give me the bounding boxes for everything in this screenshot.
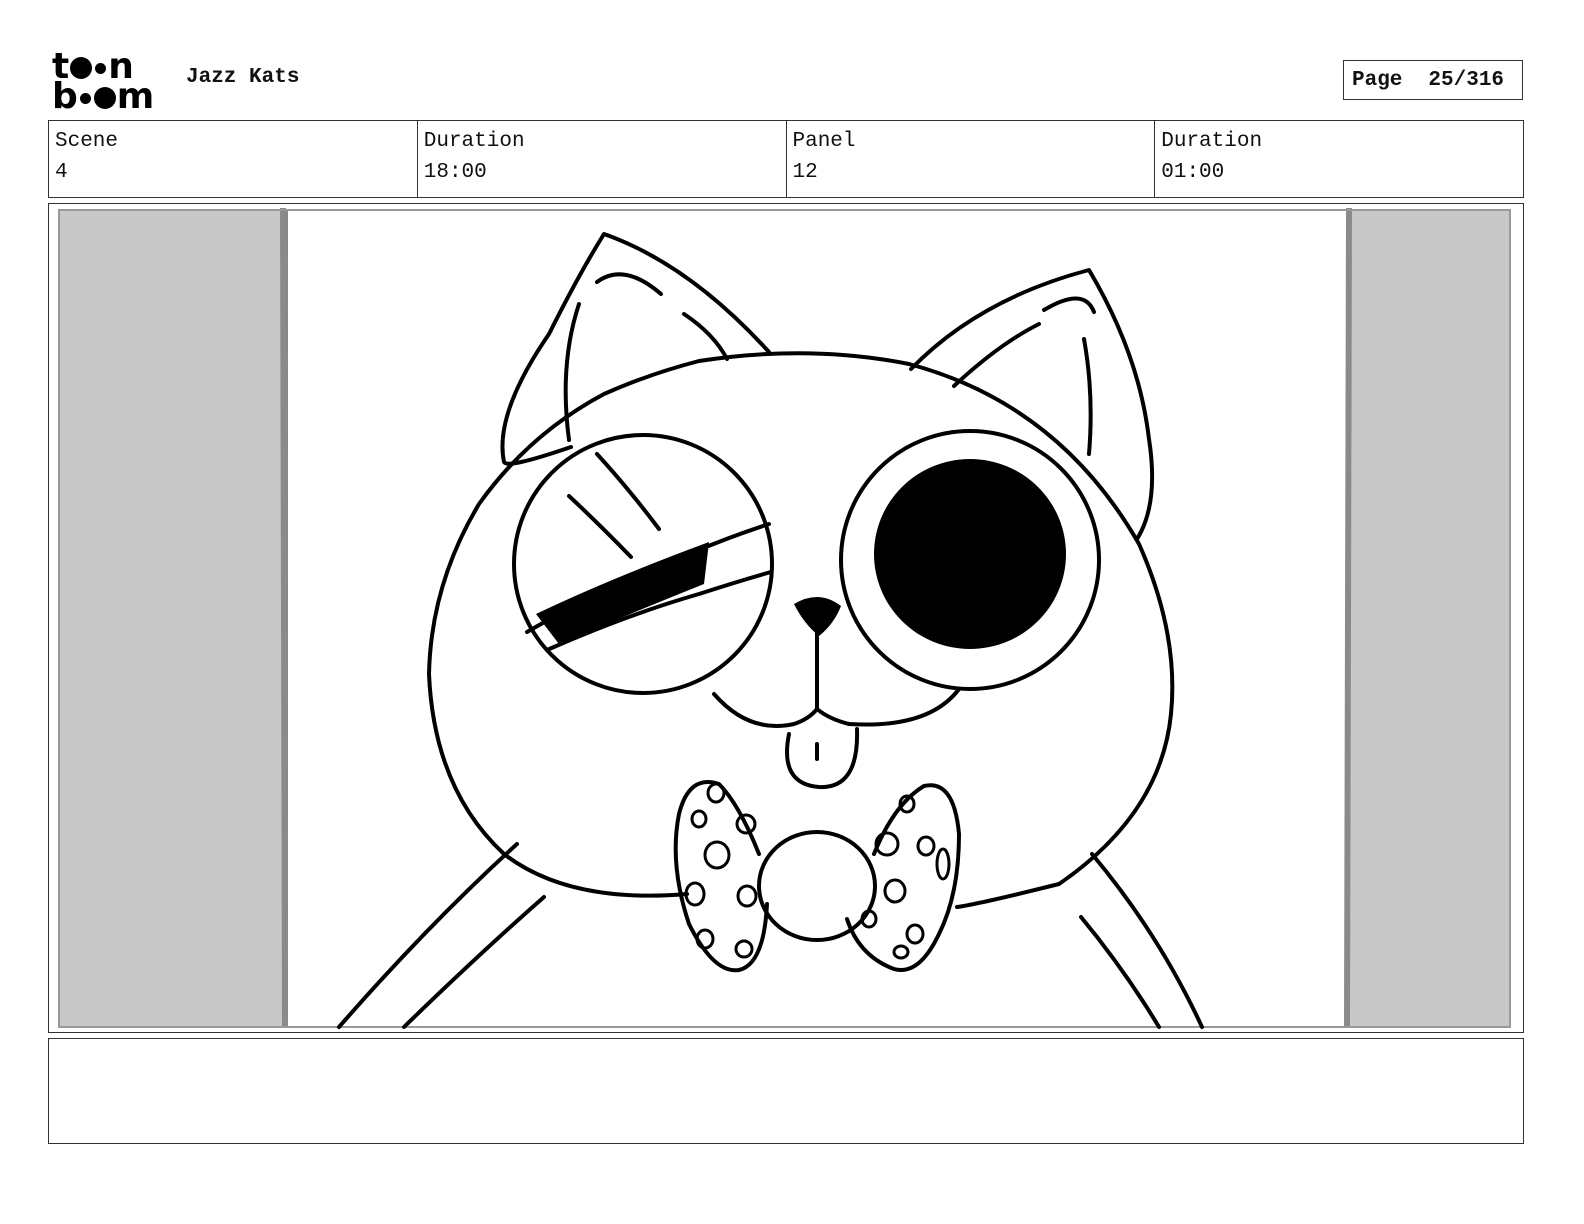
left-mask-edge	[280, 207, 288, 1028]
panel-cell: Panel 12	[787, 121, 1156, 197]
left-eye-lash-1	[595, 452, 661, 531]
panel-label: Panel	[792, 130, 856, 153]
panel-duration-value: 01:00	[1161, 161, 1225, 184]
nose	[794, 596, 841, 636]
right-ear-inner-top	[1042, 296, 1096, 314]
page-label: Page	[1352, 68, 1403, 92]
panel-notes-area	[48, 1038, 1524, 1144]
left-ear-inner-left	[563, 302, 581, 442]
scene-value: 4	[55, 161, 68, 184]
body-right-outer	[1090, 852, 1204, 1029]
tongue	[785, 727, 860, 790]
bowtie-knot	[757, 830, 877, 942]
scene-duration-label: Duration	[423, 130, 525, 153]
panel-drawing	[58, 207, 1511, 1029]
scene-cell: Scene 4	[49, 121, 418, 197]
bowtie-left-wing	[673, 780, 769, 973]
panel-duration-cell: Duration 01:00	[1155, 121, 1523, 197]
storyboard-panel	[48, 203, 1524, 1033]
safe-area-masks	[58, 207, 1511, 1028]
left-eye-lash-2	[567, 494, 633, 559]
bowtie-dots	[684, 782, 951, 960]
page-indicator: Page 25/316	[1343, 60, 1523, 100]
mouth-left	[712, 604, 819, 728]
left-eye-lid-fill	[536, 542, 709, 644]
right-mask-edge	[1344, 207, 1352, 1028]
toonboom-logo: t n b m	[52, 46, 155, 117]
body-right-inner	[1079, 915, 1161, 1029]
scene-duration-cell: Duration 18:00	[418, 121, 787, 197]
panel-value: 12	[792, 161, 818, 184]
body-left-outer	[337, 842, 519, 1029]
right-ear-inner-lower	[952, 322, 1041, 388]
panel-duration-label: Duration	[1161, 130, 1263, 153]
scene-duration-value: 18:00	[423, 161, 487, 184]
right-ear-inner-right	[1082, 337, 1093, 456]
head-outline	[427, 351, 1175, 909]
info-row: Scene 4 Duration 18:00 Panel 12 Duration…	[48, 120, 1524, 198]
left-mask	[58, 209, 288, 1028]
left-eye-outline	[512, 433, 774, 695]
left-ear-inner-top	[595, 272, 663, 296]
left-ear-inner-right	[682, 312, 729, 361]
page-number: 25/316	[1428, 68, 1505, 92]
body-left-inner	[402, 895, 546, 1029]
right-mask	[1346, 209, 1511, 1028]
right-eye-pupil	[874, 459, 1066, 649]
cat-drawing	[337, 232, 1204, 1029]
scene-label: Scene	[55, 130, 119, 153]
mouth-right	[815, 687, 961, 727]
left-ear-outer	[500, 232, 771, 466]
project-title: Jazz Kats	[186, 66, 300, 89]
